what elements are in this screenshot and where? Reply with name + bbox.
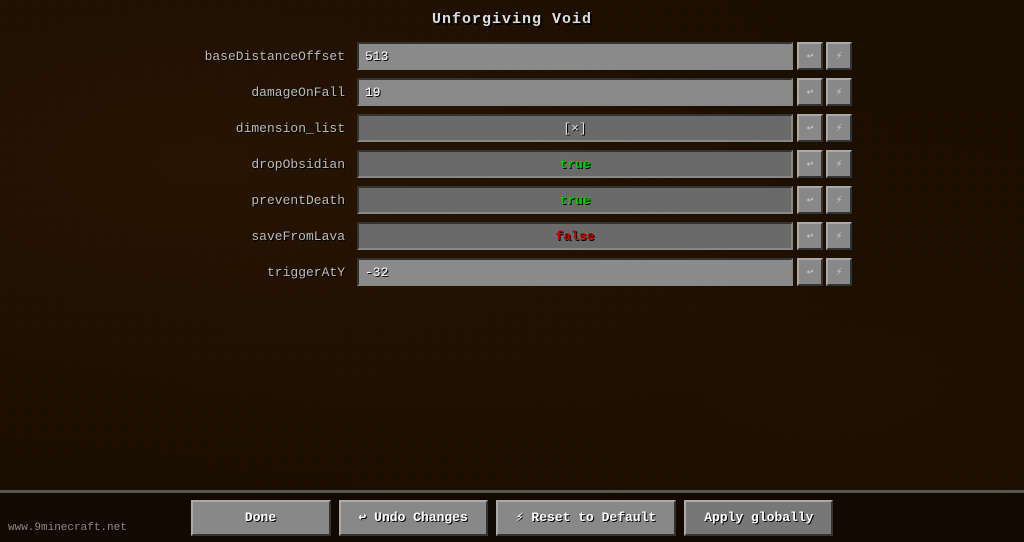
toggle-value: false bbox=[555, 229, 594, 244]
setting-list-dimension_list[interactable]: [×] bbox=[357, 114, 793, 142]
setting-row: triggerAtY ↩⚡ bbox=[172, 256, 852, 288]
title-bar: Unforgiving Void bbox=[162, 10, 862, 28]
reset-row-button-preventDeath[interactable]: ⚡ bbox=[826, 186, 852, 214]
undo-row-button-baseDistanceOffset[interactable]: ↩ bbox=[797, 42, 823, 70]
done-button[interactable]: Done bbox=[191, 500, 331, 536]
reset-row-button-baseDistanceOffset[interactable]: ⚡ bbox=[826, 42, 852, 70]
setting-row: saveFromLava false ↩⚡ bbox=[172, 220, 852, 252]
window-title: Unforgiving Void bbox=[432, 11, 592, 28]
setting-action-buttons: ↩⚡ bbox=[797, 114, 852, 142]
undo-row-button-damageOnFall[interactable]: ↩ bbox=[797, 78, 823, 106]
setting-label-dimension_list: dimension_list bbox=[172, 121, 357, 136]
undo-row-button-dimension_list[interactable]: ↩ bbox=[797, 114, 823, 142]
reset-row-button-triggerAtY[interactable]: ⚡ bbox=[826, 258, 852, 286]
setting-label-baseDistanceOffset: baseDistanceOffset bbox=[172, 49, 357, 64]
setting-row: dropObsidian true ↩⚡ bbox=[172, 148, 852, 180]
setting-label-triggerAtY: triggerAtY bbox=[172, 265, 357, 280]
setting-action-buttons: ↩⚡ bbox=[797, 222, 852, 250]
setting-input-baseDistanceOffset[interactable] bbox=[357, 42, 793, 70]
undo-row-button-triggerAtY[interactable]: ↩ bbox=[797, 258, 823, 286]
list-value: [×] bbox=[563, 121, 586, 136]
setting-row: damageOnFall ↩⚡ bbox=[172, 76, 852, 108]
setting-action-buttons: ↩⚡ bbox=[797, 78, 852, 106]
setting-row: preventDeath true ↩⚡ bbox=[172, 184, 852, 216]
setting-label-preventDeath: preventDeath bbox=[172, 193, 357, 208]
setting-toggle-dropObsidian[interactable]: true bbox=[357, 150, 793, 178]
reset-row-button-dropObsidian[interactable]: ⚡ bbox=[826, 150, 852, 178]
reset-row-button-damageOnFall[interactable]: ⚡ bbox=[826, 78, 852, 106]
undo-row-button-saveFromLava[interactable]: ↩ bbox=[797, 222, 823, 250]
setting-action-buttons: ↩⚡ bbox=[797, 258, 852, 286]
apply-globally-button[interactable]: Apply globally bbox=[684, 500, 833, 536]
undo-row-button-preventDeath[interactable]: ↩ bbox=[797, 186, 823, 214]
input-field-baseDistanceOffset[interactable] bbox=[365, 49, 791, 64]
undo-button[interactable]: ↩ Undo Changes bbox=[339, 500, 488, 536]
setting-action-buttons: ↩⚡ bbox=[797, 186, 852, 214]
watermark: www.9minecraft.net bbox=[8, 522, 127, 534]
toggle-value: true bbox=[559, 193, 590, 208]
setting-action-buttons: ↩⚡ bbox=[797, 42, 852, 70]
setting-label-dropObsidian: dropObsidian bbox=[172, 157, 357, 172]
setting-label-damageOnFall: damageOnFall bbox=[172, 85, 357, 100]
setting-row: baseDistanceOffset ↩⚡ bbox=[172, 40, 852, 72]
input-field-damageOnFall[interactable] bbox=[365, 85, 791, 100]
setting-toggle-preventDeath[interactable]: true bbox=[357, 186, 793, 214]
setting-label-saveFromLava: saveFromLava bbox=[172, 229, 357, 244]
bottom-bar: Done ↩ Undo Changes ⚡ Reset to Default A… bbox=[0, 490, 1024, 542]
settings-window: Unforgiving Void baseDistanceOffset↩⚡dam… bbox=[162, 10, 862, 292]
reset-row-button-saveFromLava[interactable]: ⚡ bbox=[826, 222, 852, 250]
reset-button[interactable]: ⚡ Reset to Default bbox=[496, 500, 676, 536]
setting-toggle-saveFromLava[interactable]: false bbox=[357, 222, 793, 250]
toggle-value: true bbox=[559, 157, 590, 172]
input-field-triggerAtY[interactable] bbox=[365, 265, 791, 280]
setting-row: dimension_list [×] ↩⚡ bbox=[172, 112, 852, 144]
setting-input-damageOnFall[interactable] bbox=[357, 78, 793, 106]
setting-input-triggerAtY[interactable] bbox=[357, 258, 793, 286]
settings-container: baseDistanceOffset↩⚡damageOnFall↩⚡dimens… bbox=[162, 40, 862, 288]
setting-action-buttons: ↩⚡ bbox=[797, 150, 852, 178]
undo-row-button-dropObsidian[interactable]: ↩ bbox=[797, 150, 823, 178]
reset-row-button-dimension_list[interactable]: ⚡ bbox=[826, 114, 852, 142]
